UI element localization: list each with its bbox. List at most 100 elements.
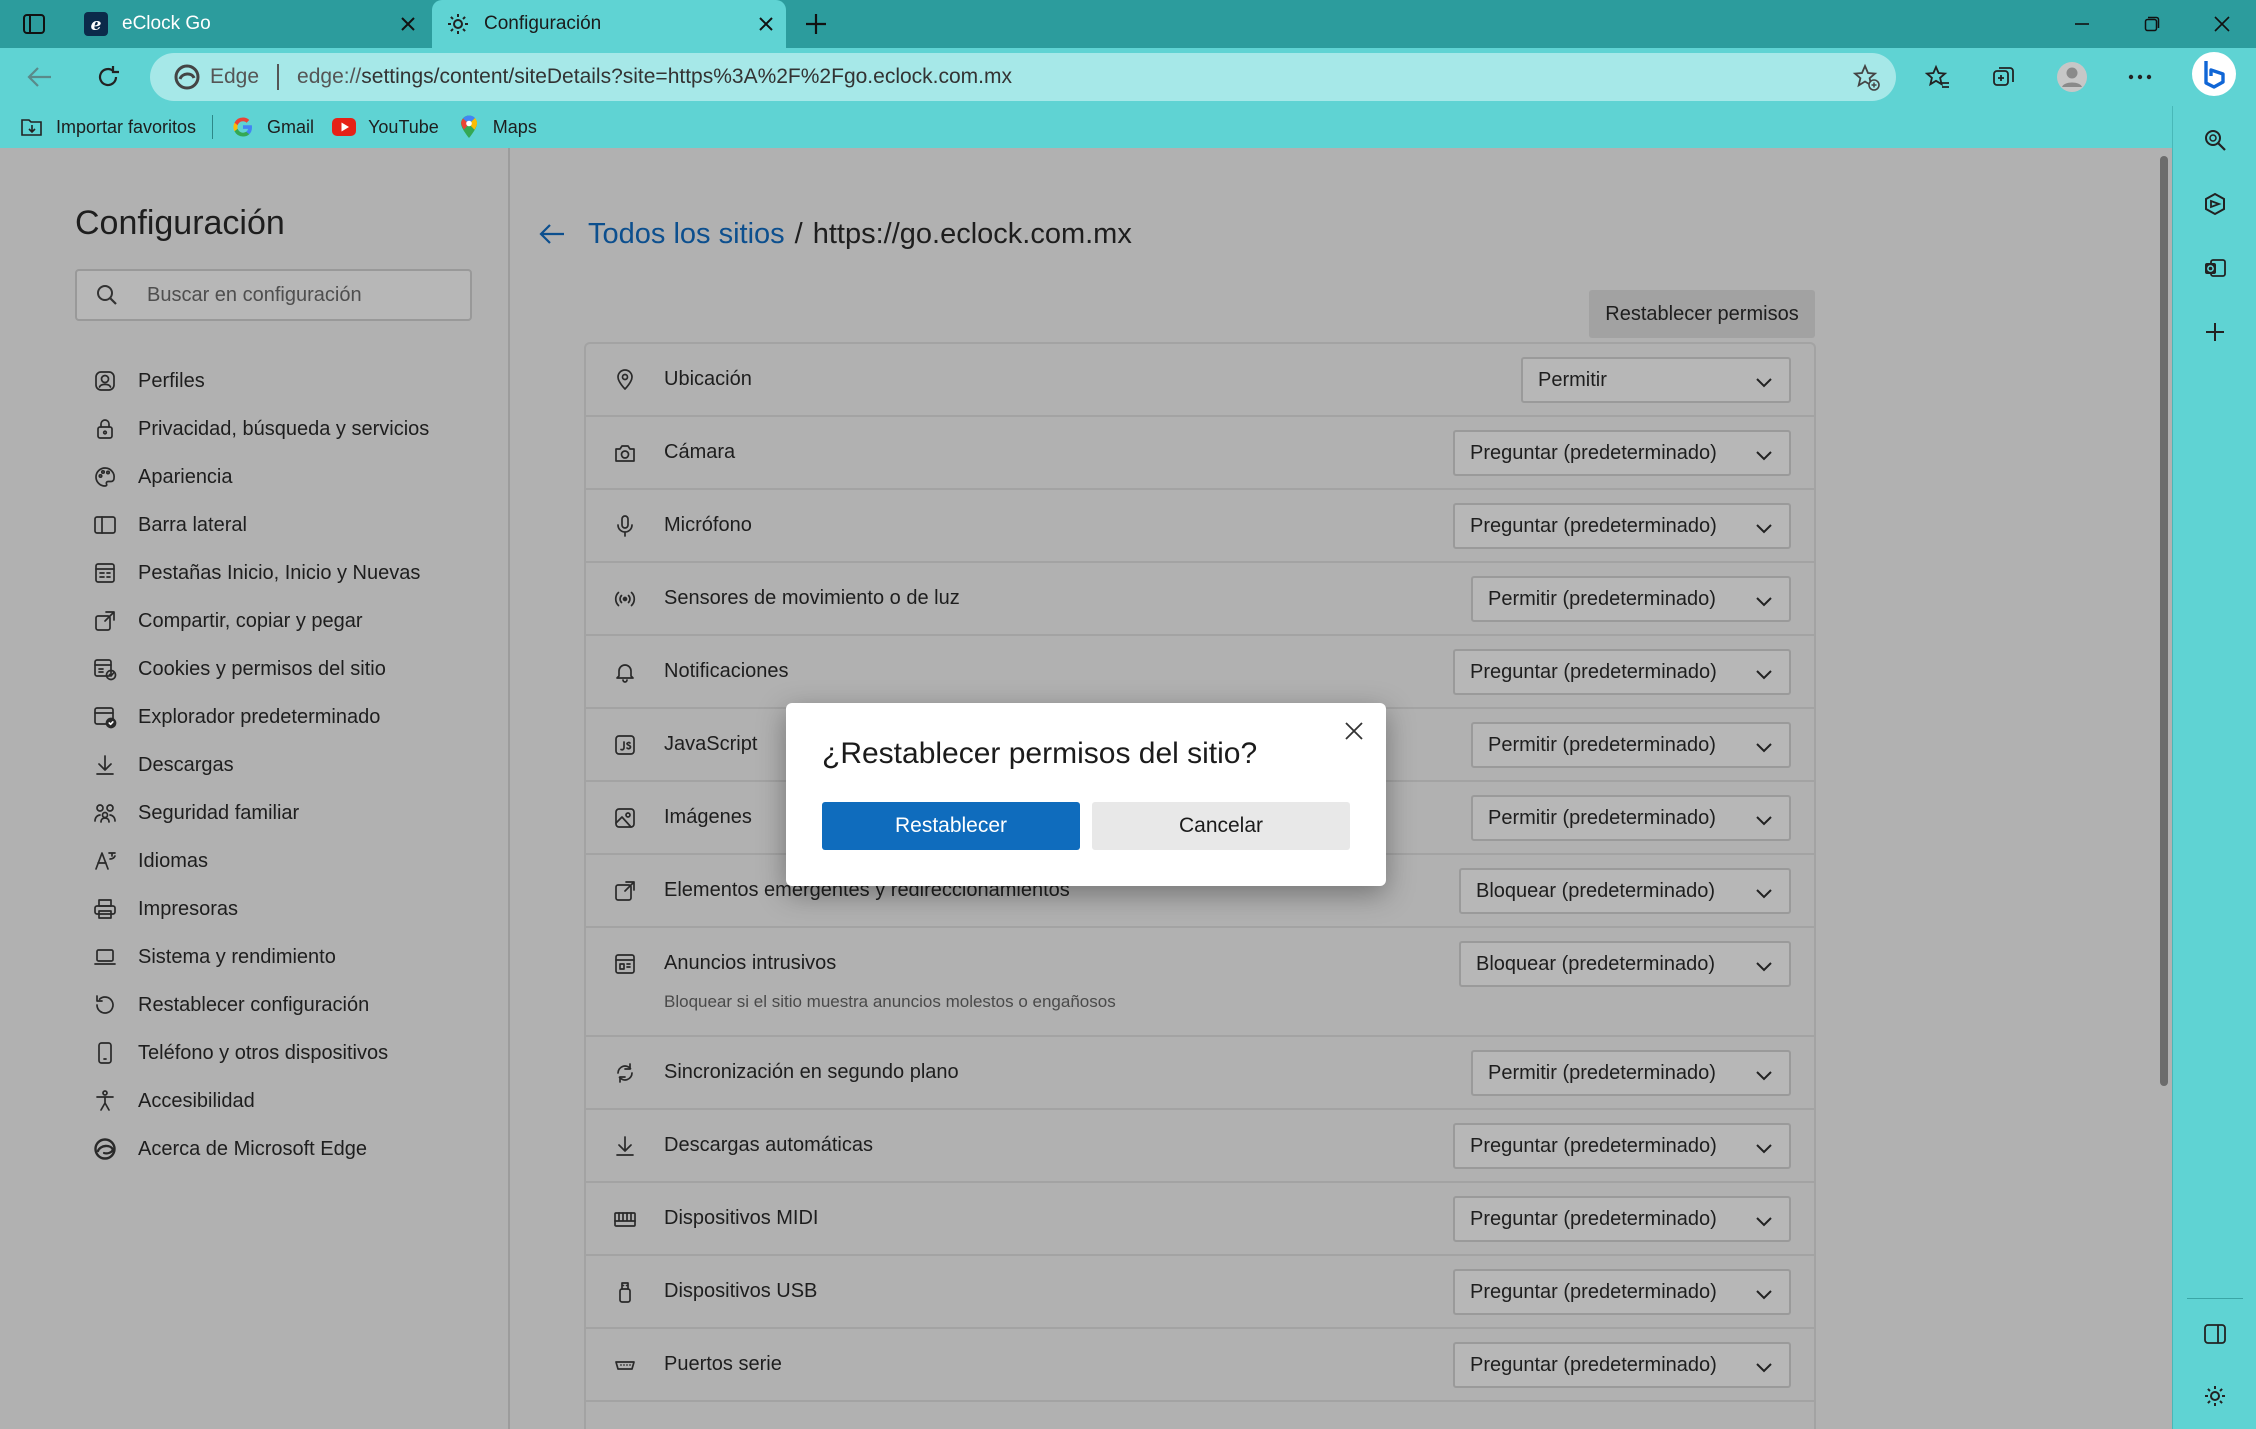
permission-row: Puertos serie Preguntar (predeterminado) (586, 1329, 1814, 1402)
permission-dropdown[interactable]: Preguntar (predeterminado) (1453, 649, 1791, 695)
close-window-button[interactable] (2188, 0, 2256, 48)
chevron-down-icon (1755, 373, 1773, 388)
sidebar-item-label: Perfiles (138, 369, 205, 392)
sidebar-item-5[interactable]: Compartir, copiar y pegar (92, 599, 363, 643)
sidebar-item-16[interactable]: Acerca de Microsoft Edge (92, 1127, 367, 1171)
bookmark-maps[interactable]: Maps (457, 115, 537, 139)
sidebar-item-12[interactable]: Sistema y rendimiento (92, 935, 336, 979)
address-bar[interactable]: Edge edge:// settings/content/siteDetail… (150, 53, 1896, 101)
bing-chat-button[interactable] (2192, 52, 2236, 96)
close-tab-icon[interactable] (746, 4, 786, 44)
permission-dropdown[interactable]: Preguntar (predeterminado) (1453, 1269, 1791, 1315)
bookmark-gmail[interactable]: Gmail (231, 115, 314, 139)
sidebar-item-10[interactable]: Idiomas (92, 839, 208, 883)
permission-dropdown[interactable]: Permitir (predeterminado) (1471, 722, 1791, 768)
permission-description: Bloquear si el sitio muestra anuncios mo… (664, 992, 1116, 1011)
back-arrow-button[interactable] (536, 218, 568, 250)
chevron-down-icon (1755, 957, 1773, 972)
permission-dropdown[interactable]: Permitir (predeterminado) (1471, 795, 1791, 841)
reset-permissions-button[interactable]: Restablecer permisos (1589, 290, 1815, 338)
arrow-left-icon (539, 224, 564, 244)
eclock-logo-icon: e (84, 12, 108, 36)
bing-icon (2204, 61, 2225, 89)
page-scrollbar[interactable] (2157, 148, 2171, 1429)
tab-configuracion[interactable]: Configuración (432, 0, 786, 48)
permission-label: Imágenes (664, 806, 752, 828)
permission-dropdown[interactable]: Bloquear (predeterminado) (1459, 941, 1791, 987)
sidebar-item-label: Barra lateral (138, 513, 247, 536)
permission-dropdown[interactable]: Permitir (1521, 357, 1791, 403)
sidebar-item-label: Compartir, copiar y pegar (138, 609, 363, 632)
sidebar-item-label: Impresoras (138, 897, 239, 920)
bookmark-youtube[interactable]: YouTube (332, 115, 439, 139)
settings-nav: Configuración Perfiles Privacidad, búsque… (0, 148, 510, 1429)
sidebar-item-6[interactable]: Cookies y permisos del sitio (92, 647, 386, 691)
refresh-button[interactable] (86, 56, 130, 98)
sidebar-item-2[interactable]: Apariencia (92, 455, 233, 499)
sidebar-item-3[interactable]: Barra lateral (92, 503, 247, 547)
new-tab-button[interactable] (796, 6, 836, 42)
edge-icon (92, 1136, 118, 1162)
permission-dropdown[interactable]: Permitir (predeterminado) (1471, 576, 1791, 622)
sidebar-settings-button[interactable] (2193, 1374, 2237, 1418)
more-icon (2128, 74, 2152, 80)
sidebar-search-button[interactable] (2193, 118, 2237, 162)
permission-dropdown[interactable]: Preguntar (predeterminado) (1453, 1196, 1791, 1242)
cancel-button[interactable]: Cancelar (1092, 802, 1350, 850)
bookmark-import-favorites[interactable]: Importar favoritos (20, 115, 196, 139)
serial-port-icon (612, 1352, 638, 1378)
settings-search-field[interactable] (75, 269, 472, 321)
back-button[interactable] (18, 56, 62, 98)
favorites-button[interactable] (1916, 56, 1960, 98)
permission-dropdown[interactable]: Permitir (predeterminado) (1471, 1050, 1791, 1096)
sidebar-item-15[interactable]: Accesibilidad (92, 1079, 255, 1123)
close-icon (1345, 722, 1363, 740)
copilot-shape-icon (2205, 192, 2225, 216)
sidebar-item-11[interactable]: Impresoras (92, 887, 238, 931)
dialog-close-button[interactable] (1338, 715, 1370, 747)
more-menu-button[interactable] (2118, 56, 2162, 98)
permission-value: Permitir (predeterminado) (1488, 1061, 1716, 1084)
sidebar-item-4[interactable]: Pestañas Inicio, Inicio y Nuevas (92, 551, 420, 595)
permission-dropdown[interactable]: Preguntar (predeterminado) (1453, 503, 1791, 549)
permission-dropdown[interactable]: Preguntar (predeterminado) (1453, 430, 1791, 476)
confirm-reset-button[interactable]: Restablecer (822, 802, 1080, 850)
tab-eclock-go[interactable]: e eClock Go (70, 0, 428, 48)
permission-row: Anuncios intrusivos Bloquear si el sitio … (586, 928, 1814, 1037)
permission-label: Micrófono (664, 514, 752, 536)
url-text: settings/content/siteDetails?site=https%… (361, 65, 1012, 88)
chevron-down-icon (1755, 1139, 1773, 1154)
chevron-down-icon (1755, 811, 1773, 826)
scrollbar-thumb[interactable] (2160, 156, 2168, 1086)
sidebar-item-14[interactable]: Teléfono y otros dispositivos (92, 1031, 388, 1075)
tab-actions-button[interactable] (18, 10, 50, 38)
close-tab-icon[interactable] (388, 4, 428, 44)
tab-actions-icon (23, 14, 45, 34)
sidebar-hide-button[interactable] (2193, 1312, 2237, 1356)
sidebar-item-9[interactable]: Seguridad familiar (92, 791, 299, 835)
lock-icon (92, 416, 118, 442)
sidebar-outlook-button[interactable] (2193, 246, 2237, 290)
sidebar-add-button[interactable] (2193, 310, 2237, 354)
add-favorite-icon[interactable] (1852, 63, 1882, 93)
search-input[interactable] (147, 283, 467, 307)
sync-icon (612, 1060, 638, 1086)
all-sites-link[interactable]: Todos los sitios (588, 218, 785, 251)
sidebar-item-label: Privacidad, búsqueda y servicios (138, 417, 430, 440)
restore-button[interactable] (2118, 0, 2186, 48)
permission-dropdown[interactable]: Bloquear (predeterminado) (1459, 868, 1791, 914)
sidebar-item-0[interactable]: Perfiles (92, 359, 205, 403)
permission-value: Preguntar (predeterminado) (1470, 1353, 1717, 1376)
sidebar-item-13[interactable]: Restablecer configuración (92, 983, 369, 1027)
minimize-button[interactable] (2048, 0, 2116, 48)
cookies-icon (92, 656, 118, 682)
collections-button[interactable] (1982, 56, 2026, 98)
sidebar-item-1[interactable]: Privacidad, búsqueda y servicios (92, 407, 429, 451)
profile-button[interactable] (2050, 56, 2094, 98)
sidebar-copilot-button[interactable] (2193, 182, 2237, 226)
permission-row: Sincronización en segundo plano Permitir … (586, 1037, 1814, 1110)
sidebar-item-8[interactable]: Descargas (92, 743, 234, 787)
permission-dropdown[interactable]: Preguntar (predeterminado) (1453, 1342, 1791, 1388)
permission-dropdown[interactable]: Preguntar (predeterminado) (1453, 1123, 1791, 1169)
sidebar-item-7[interactable]: Explorador predeterminado (92, 695, 380, 739)
